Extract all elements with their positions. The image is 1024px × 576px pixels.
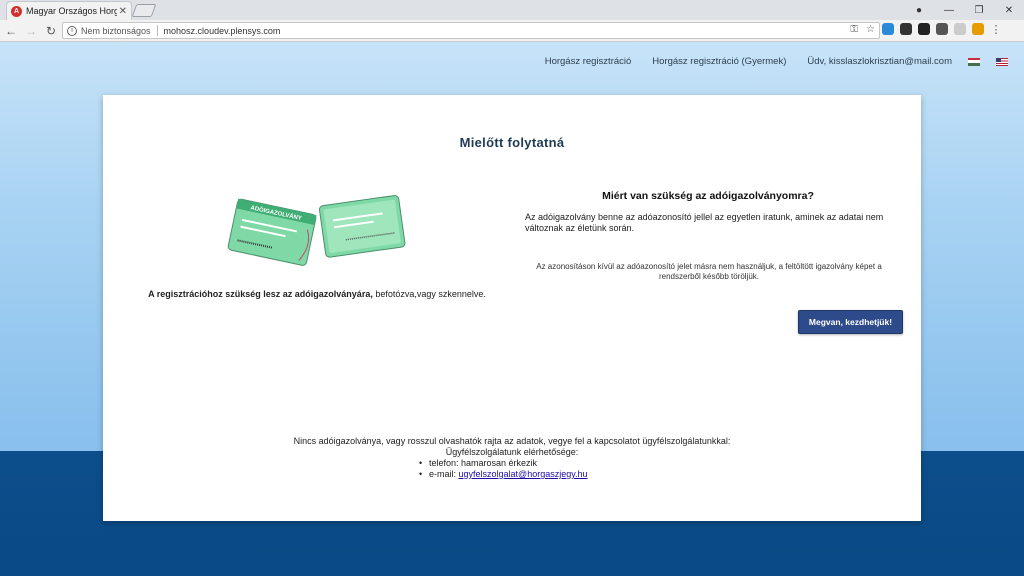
contact-subtitle: Ügyfélszolgálatunk elérhetősége: bbox=[445, 447, 579, 457]
extension-icon[interactable] bbox=[900, 23, 912, 35]
browser-tab[interactable]: A Magyar Országos Horgász ✕ bbox=[6, 1, 132, 20]
browser-tabbar: A Magyar Országos Horgász ✕ ● — ❐ ✕ bbox=[0, 0, 1024, 20]
restore-icon[interactable]: ❐ bbox=[964, 5, 994, 16]
page: Horgász regisztráció Horgász regisztráci… bbox=[0, 42, 1024, 576]
url-text[interactable]: mohosz.cloudev.plensys.com bbox=[164, 26, 281, 36]
close-window-icon[interactable]: ✕ bbox=[994, 5, 1024, 16]
forward-icon[interactable]: → bbox=[22, 24, 40, 38]
requirement-text: A regisztrációhoz szükség lesz az adóiga… bbox=[133, 289, 501, 299]
window-controls: ● — ❐ ✕ bbox=[904, 0, 1024, 20]
why-paragraph-2: Az azonosításon kívül az adóazonosító je… bbox=[536, 262, 882, 281]
contact-email-label: e-mail: bbox=[429, 469, 459, 479]
info-card: Mielőtt folytatná ADÓIGAZOLVÁNY A regisz… bbox=[103, 95, 921, 521]
extension-icon[interactable] bbox=[918, 23, 930, 35]
star-icon[interactable]: ☆ bbox=[866, 24, 875, 35]
contact-email-item: • e-mail: ugyfelszolgalat@horgaszjegy.hu bbox=[419, 469, 588, 479]
extension-icon[interactable] bbox=[936, 23, 948, 35]
back-icon[interactable]: ← bbox=[2, 24, 20, 38]
address-bar[interactable]: i Nem biztonságos mohosz.cloudev.plensys… bbox=[62, 22, 880, 39]
us-flag-icon[interactable] bbox=[996, 57, 1008, 66]
extension-icon[interactable] bbox=[954, 23, 966, 35]
extension-icons: ⋮ bbox=[882, 23, 1002, 36]
top-navigation: Horgász regisztráció Horgász regisztráci… bbox=[524, 56, 1008, 67]
page-title: Mielőtt folytatná bbox=[459, 135, 565, 150]
why-heading: Miért van szükség az adóigazolványomra? bbox=[602, 190, 814, 202]
contact-phone: telefon: hamarosan érkezik bbox=[429, 458, 538, 468]
extension-icon[interactable] bbox=[972, 23, 984, 35]
menu-icon[interactable]: ⋮ bbox=[990, 23, 1002, 36]
nav-link-user[interactable]: Üdv, kisslaszlokrisztian@mail.com bbox=[807, 56, 952, 67]
nav-link-registration[interactable]: Horgász regisztráció bbox=[545, 56, 632, 67]
tax-card-illustration: ADÓIGAZOLVÁNY bbox=[227, 195, 406, 266]
why-paragraph-1: Az adóigazolvány benne az adóazonosító j… bbox=[525, 212, 884, 233]
key-icon[interactable]: ⚿ bbox=[850, 24, 858, 35]
contact-email-link[interactable]: ugyfelszolgalat@horgaszjegy.hu bbox=[459, 469, 588, 479]
hungarian-flag-icon[interactable] bbox=[968, 57, 980, 66]
security-label: Nem biztonságos bbox=[81, 25, 151, 36]
close-tab-icon[interactable]: ✕ bbox=[119, 6, 127, 17]
reload-icon[interactable]: ↻ bbox=[42, 24, 60, 38]
requirement-text-bold: A regisztrációhoz szükség lesz az adóiga… bbox=[148, 289, 373, 299]
profile-icon[interactable]: ● bbox=[904, 5, 934, 16]
minimize-icon[interactable]: — bbox=[934, 5, 964, 16]
omnibox-divider bbox=[156, 25, 158, 36]
start-button[interactable]: Megvan, kezdhetjük! bbox=[798, 310, 903, 334]
extension-icon[interactable] bbox=[882, 23, 894, 35]
new-tab-button[interactable] bbox=[131, 4, 157, 17]
contact-list: • telefon: hamarosan érkezik • e-mail: ugy… bbox=[419, 458, 588, 480]
contact-intro: Nincs adóigazolványa, vagy rosszul olvas… bbox=[293, 436, 731, 446]
contact-phone-item: • telefon: hamarosan érkezik bbox=[419, 458, 538, 468]
info-icon[interactable]: i bbox=[67, 25, 77, 36]
tab-title: Magyar Országos Horgász bbox=[26, 6, 117, 16]
nav-link-registration-child[interactable]: Horgász regisztráció (Gyermek) bbox=[652, 56, 786, 67]
contact-footer: Nincs adóigazolványa, vagy rosszul olvas… bbox=[103, 436, 921, 479]
angular-favicon-icon: A bbox=[11, 5, 22, 17]
browser-toolbar: ← → ↻ i Nem biztonságos mohosz.cloudev.p… bbox=[0, 20, 1024, 42]
requirement-text-rest: befotózva,vagy szkennelve. bbox=[372, 289, 486, 299]
